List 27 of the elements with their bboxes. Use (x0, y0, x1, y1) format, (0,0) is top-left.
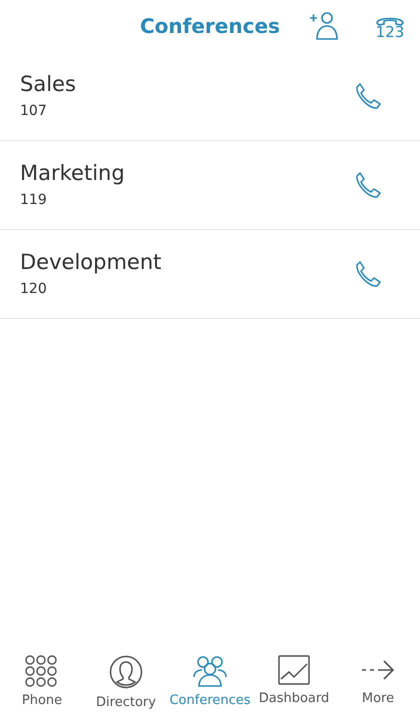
call-button[interactable] (354, 171, 382, 199)
call-button[interactable] (354, 260, 382, 288)
add-contact-button[interactable] (308, 11, 340, 41)
dialpad-button[interactable]: 123 (374, 12, 406, 40)
person-icon (109, 654, 143, 688)
chart-icon (278, 654, 310, 684)
phone-icon (354, 171, 382, 199)
tab-button[interactable]: Conferences (168, 654, 252, 712)
phone-icon (354, 82, 382, 110)
conference-row[interactable]: Marketing 119 (0, 141, 420, 230)
keypad-icon (25, 654, 59, 686)
call-button[interactable] (354, 82, 382, 110)
conference-name: Sales (20, 70, 76, 96)
conference-row[interactable]: Development 120 (0, 230, 420, 319)
tab-button[interactable]: More (336, 654, 420, 712)
conference-name: Development (20, 248, 162, 274)
tab-button[interactable]: Phone (0, 654, 84, 712)
group-icon (192, 654, 228, 686)
conference-name: Marketing (20, 160, 125, 186)
tab-button[interactable]: Dashboard (252, 654, 336, 712)
screen-title: Conferences (140, 13, 280, 40)
tab-button[interactable]: Directory (84, 654, 168, 712)
conference-row[interactable]: Sales 107 (0, 52, 420, 141)
conference-number: 107 (20, 102, 48, 120)
conference-number: 119 (20, 190, 48, 210)
phone-icon (354, 260, 382, 288)
conference-number: 120 (20, 280, 48, 298)
